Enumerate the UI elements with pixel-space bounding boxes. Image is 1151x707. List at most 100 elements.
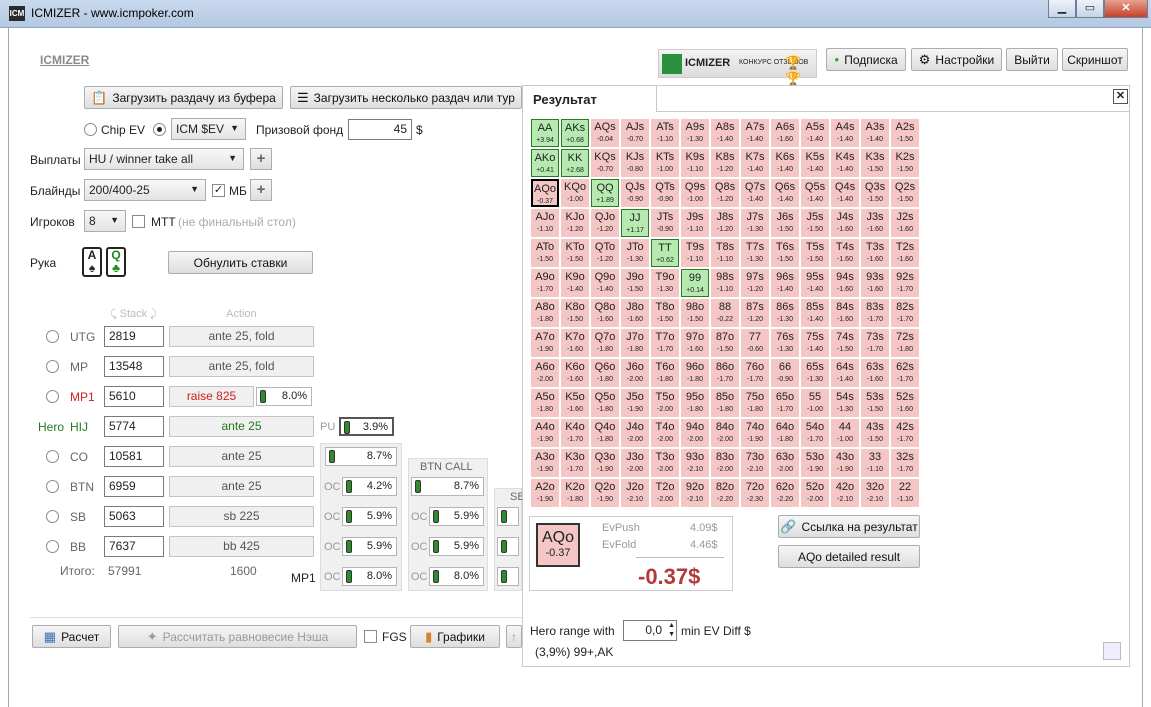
matrix-cell[interactable]: K7o -1.60 [561,329,589,357]
matrix-cell[interactable]: ATo -1.50 [531,239,559,267]
action-box[interactable]: ante 25 [169,476,314,497]
matrix-cell[interactable]: K5o -1.60 [561,389,589,417]
range-percent-call[interactable]: 8.7% [411,477,484,496]
player-radio-mp1[interactable] [46,390,59,403]
matrix-cell[interactable]: Q5o -1.80 [591,389,619,417]
stack-input[interactable]: 2819 [104,326,164,347]
matrix-cell[interactable]: T6o -1.80 [651,359,679,387]
matrix-cell[interactable]: K2o -1.80 [561,479,589,507]
matrix-cell[interactable]: J3s -1.60 [861,209,889,237]
fgs-checkbox[interactable] [364,630,377,643]
matrix-cell[interactable]: 73s -1.70 [861,329,889,357]
matrix-cell[interactable]: 72s -1.80 [891,329,919,357]
matrix-cell[interactable]: A3s -1.40 [861,119,889,147]
matrix-cell[interactable]: T9o -1.30 [651,269,679,297]
matrix-cell[interactable]: 94o -2.00 [681,419,709,447]
player-radio-mp[interactable] [46,360,59,373]
matrix-cell[interactable]: 22 -1.10 [891,479,919,507]
player-radio-btn[interactable] [46,480,59,493]
matrix-cell[interactable]: 96o -1.80 [681,359,709,387]
matrix-cell[interactable]: T8s -1.10 [711,239,739,267]
matrix-cell[interactable]: AKs +0.68 [561,119,589,147]
range-percent[interactable]: 5.9% [342,537,397,556]
matrix-cell[interactable]: T8o -1.50 [651,299,679,327]
matrix-cell[interactable]: AQs -0.04 [591,119,619,147]
matrix-cell[interactable]: T4o -2.00 [651,419,679,447]
matrix-cell[interactable]: A9o -1.70 [531,269,559,297]
matrix-cell[interactable]: A6o -2.00 [531,359,559,387]
stack-input[interactable]: 5063 [104,506,164,527]
matrix-cell[interactable]: 87s -1.20 [741,299,769,327]
matrix-cell[interactable]: K8s -1.20 [711,149,739,177]
matrix-cell[interactable]: 93s -1.60 [861,269,889,297]
matrix-cell[interactable]: 87o -1.50 [711,329,739,357]
matrix-cell[interactable]: K7s -1.40 [741,149,769,177]
matrix-cell[interactable]: 74s -1.50 [831,329,859,357]
matrix-cell[interactable]: 98o -1.50 [681,299,709,327]
stack-input[interactable]: 5610 [104,386,164,407]
matrix-cell[interactable]: TT +0.62 [651,239,679,267]
chip-ev-radio[interactable] [84,123,97,136]
matrix-cell[interactable]: J3o -2.00 [621,449,649,477]
matrix-cell[interactable]: 54s -1.30 [831,389,859,417]
calculate-button[interactable]: ▦ Расчет [32,625,111,648]
matrix-cell[interactable]: J9s -1.10 [681,209,709,237]
matrix-cell[interactable]: 53o -1.90 [801,449,829,477]
matrix-cell[interactable]: 94s -1.60 [831,269,859,297]
matrix-cell[interactable]: 82s -1.70 [891,299,919,327]
matrix-cell[interactable]: 42o -2.10 [831,479,859,507]
matrix-cell[interactable]: JTo -1.30 [621,239,649,267]
icm-ev-radio[interactable] [153,123,166,136]
footer-range-percent-sb[interactable] [497,567,519,586]
stack-input[interactable]: 5774 [104,416,164,437]
matrix-cell[interactable]: A3o -1.90 [531,449,559,477]
matrix-cell[interactable]: T3s -1.60 [861,239,889,267]
matrix-cell[interactable]: Q7o -1.80 [591,329,619,357]
stack-input[interactable]: 10581 [104,446,164,467]
range-percent-call[interactable]: 5.9% [429,537,484,556]
matrix-cell[interactable]: J7s -1.30 [741,209,769,237]
matrix-cell[interactable]: A9s -1.30 [681,119,709,147]
matrix-cell[interactable]: A6s -1.60 [771,119,799,147]
range-percent[interactable]: 8.7% [325,447,397,466]
matrix-cell[interactable]: Q4s -1.40 [831,179,859,207]
matrix-cell[interactable]: 97o -1.60 [681,329,709,357]
matrix-cell[interactable]: A4o -1.90 [531,419,559,447]
matrix-cell[interactable]: K5s -1.40 [801,149,829,177]
matrix-cell[interactable]: 64o -1.80 [771,419,799,447]
matrix-cell[interactable]: A7o -1.90 [531,329,559,357]
mtt-checkbox[interactable] [132,215,145,228]
matrix-cell[interactable]: K6o -1.60 [561,359,589,387]
copy-icon[interactable] [1103,642,1121,660]
stack-input[interactable]: 7637 [104,536,164,557]
matrix-cell[interactable]: 72o -2.30 [741,479,769,507]
player-radio-utg[interactable] [46,330,59,343]
matrix-cell[interactable]: J2s -1.60 [891,209,919,237]
action-box[interactable]: raise 825 [169,386,254,407]
matrix-cell[interactable]: J6s -1.50 [771,209,799,237]
matrix-cell[interactable]: 63o -2.00 [771,449,799,477]
players-select[interactable]: 8 ▼ [84,210,126,232]
matrix-cell[interactable]: AA +3.94 [531,119,559,147]
payouts-select[interactable]: HU / winner take all ▼ [84,148,244,170]
player-radio-bb[interactable] [46,540,59,553]
matrix-cell[interactable]: 54o -1.70 [801,419,829,447]
range-percent[interactable]: 5.9% [342,507,397,526]
matrix-cell[interactable]: 33 -1.10 [861,449,889,477]
matrix-cell[interactable]: JTs -0.90 [651,209,679,237]
matrix-cell[interactable]: J2o -2.10 [621,479,649,507]
matrix-cell[interactable]: JJ +1.17 [621,209,649,237]
spinner-icon[interactable]: ▲ ▼ [668,621,675,639]
matrix-cell[interactable]: K4s -1.40 [831,149,859,177]
action-box[interactable]: sb 225 [169,506,314,527]
matrix-cell[interactable]: A7s -1.40 [741,119,769,147]
stack-input[interactable]: 13548 [104,356,164,377]
matrix-cell[interactable]: 86s -1.30 [771,299,799,327]
matrix-cell[interactable]: QQ +1.89 [591,179,619,207]
matrix-cell[interactable]: Q2o -1.90 [591,479,619,507]
matrix-cell[interactable]: 55 -1.00 [801,389,829,417]
matrix-cell[interactable]: 98s -1.10 [711,269,739,297]
matrix-cell[interactable]: 43o -1.90 [831,449,859,477]
matrix-cell[interactable]: QJo -1.20 [591,209,619,237]
matrix-cell[interactable]: 86o -1.70 [711,359,739,387]
